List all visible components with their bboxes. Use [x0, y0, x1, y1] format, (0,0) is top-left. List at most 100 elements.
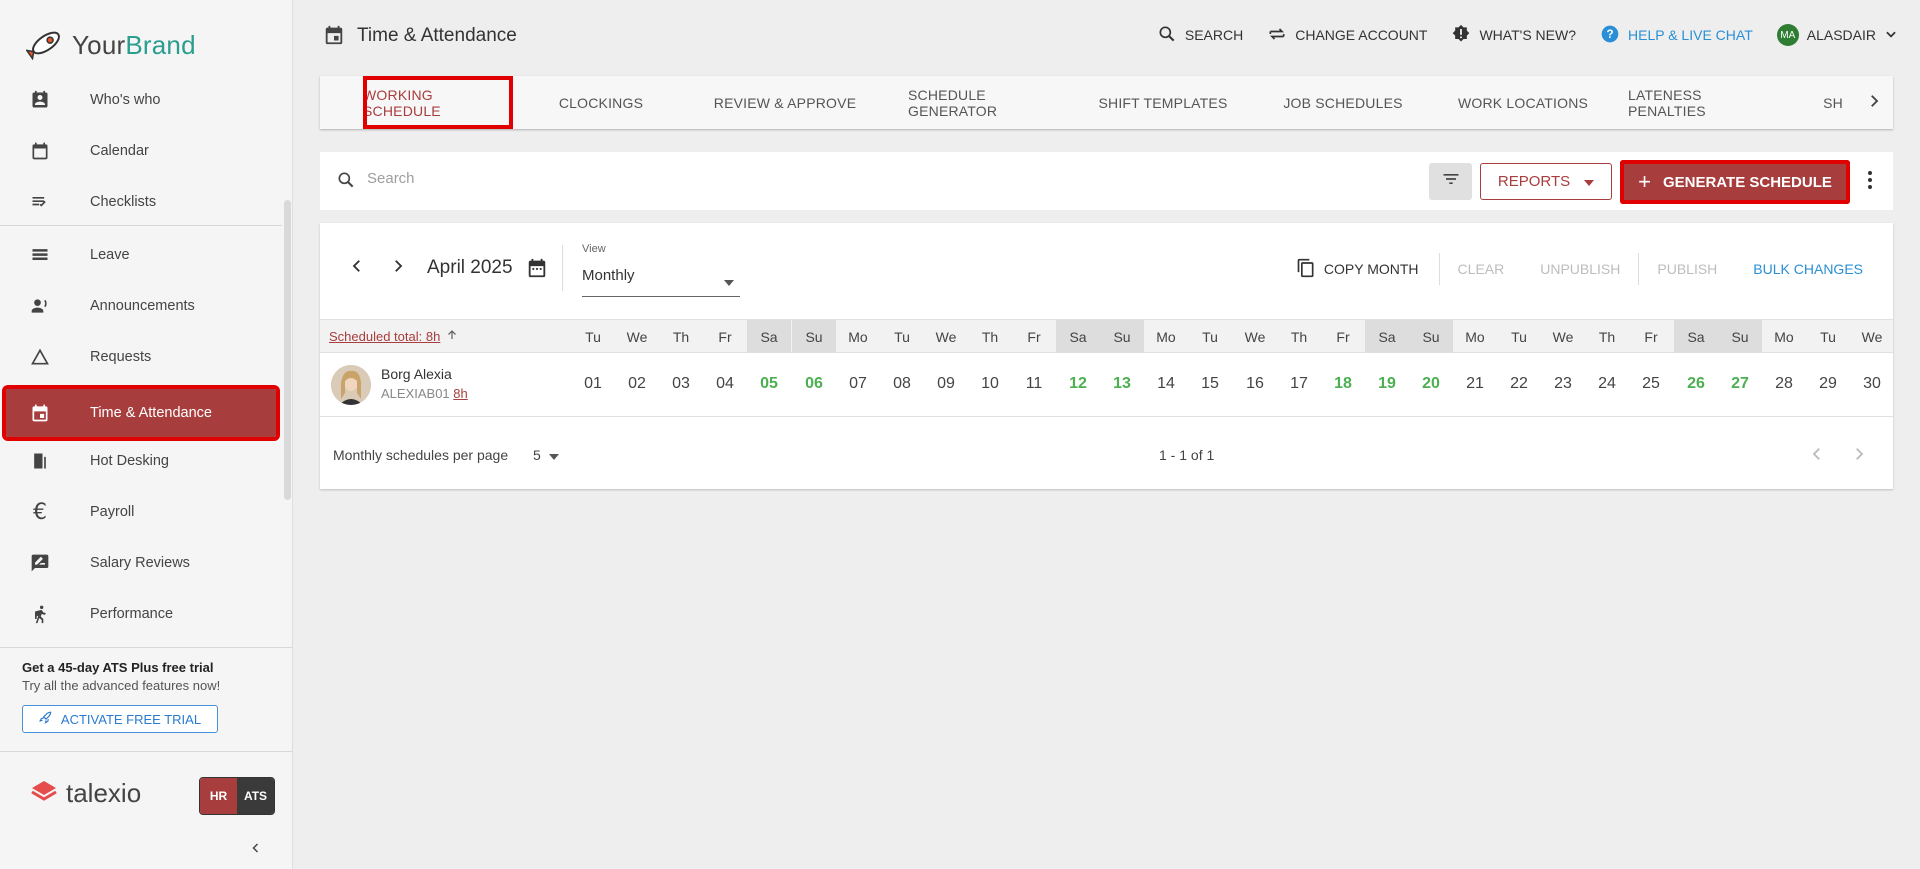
day-cell[interactable]: 06	[792, 375, 836, 393]
copy-month-button[interactable]: COPY MONTH	[1278, 257, 1439, 282]
day-cell[interactable]: 01	[571, 375, 615, 393]
day-header: Su	[1100, 320, 1144, 353]
day-header: We	[935, 328, 957, 345]
copy-icon	[1296, 257, 1316, 282]
day-cell[interactable]: 24	[1585, 375, 1629, 393]
calendar-picker-icon[interactable]	[526, 257, 548, 284]
next-month-button[interactable]	[389, 257, 407, 280]
day-header: Mo	[1465, 328, 1485, 345]
talexio-wordmark: talexio	[66, 778, 142, 808]
more-vert-icon[interactable]	[1860, 168, 1880, 197]
tab-shift-templates[interactable]: SHIFT TEMPLATES	[1088, 76, 1238, 129]
day-cell[interactable]: 04	[703, 375, 747, 393]
day-cell[interactable]: 22	[1497, 375, 1541, 393]
rate-review-icon	[28, 551, 52, 575]
bulk-changes-button[interactable]: BULK CHANGES	[1735, 261, 1863, 277]
next-page-button[interactable]	[1850, 445, 1868, 468]
day-cell[interactable]: 29	[1806, 375, 1850, 393]
per-page-value: 5	[533, 447, 541, 463]
tab-work-locations[interactable]: WORK LOCATIONS	[1448, 76, 1598, 129]
day-header: Fr	[1027, 328, 1041, 345]
day-cell[interactable]: 21	[1453, 375, 1497, 393]
tab-clockings[interactable]: CLOCKINGS	[526, 76, 676, 129]
table-row[interactable]: Borg Alexia ALEXIAB01 8h 01 02 03 04 05 06 07 0…	[320, 353, 1893, 417]
user-menu[interactable]: MA ALASDAIR	[1776, 24, 1898, 46]
employee-hours[interactable]: 8h	[453, 386, 467, 401]
chevron-right-icon[interactable]	[1865, 92, 1883, 115]
day-cell[interactable]: 25	[1629, 375, 1673, 393]
day-header: Su	[1409, 320, 1453, 353]
tab-bar: WORKING SCHEDULE CLOCKINGS REVIEW & APPR…	[320, 76, 1893, 129]
tab-working-schedule[interactable]: WORKING SCHEDULE	[363, 76, 513, 129]
sidebar-item-announcements[interactable]: Announcements	[6, 282, 276, 330]
sidebar-item-salary-reviews[interactable]: Salary Reviews	[6, 539, 276, 587]
sidebar-item-hot-desking[interactable]: Hot Desking	[6, 437, 276, 485]
tab-overflow[interactable]: SH	[1818, 76, 1848, 129]
day-header: We	[1552, 328, 1574, 345]
scheduled-total-sort[interactable]: Scheduled total: 8h	[329, 329, 458, 344]
day-cell[interactable]: 30	[1850, 375, 1894, 393]
day-cell[interactable]: 13	[1100, 375, 1144, 393]
day-cell[interactable]: 23	[1541, 375, 1585, 393]
per-page-select[interactable]: 5	[533, 447, 559, 463]
day-cell[interactable]: 14	[1144, 375, 1188, 393]
trial-subtitle: Try all the advanced features now!	[22, 678, 221, 693]
activate-trial-button[interactable]: ACTIVATE FREE TRIAL	[22, 705, 218, 733]
prev-page-button[interactable]	[1808, 445, 1826, 468]
day-cell[interactable]: 11	[1012, 375, 1056, 393]
sidebar-scrollbar[interactable]	[284, 200, 291, 500]
filter-button[interactable]	[1429, 163, 1472, 200]
sidebar-item-label: Time & Attendance	[90, 405, 212, 421]
tab-job-schedules[interactable]: JOB SCHEDULES	[1268, 76, 1418, 129]
reports-button[interactable]: REPORTS	[1480, 163, 1612, 200]
day-cell[interactable]: 05	[747, 375, 791, 393]
sidebar-item-checklists[interactable]: Checklists	[6, 178, 276, 226]
whats-new-button[interactable]: WHAT'S NEW?	[1451, 24, 1576, 47]
day-cell[interactable]: 26	[1674, 375, 1718, 393]
collapse-sidebar-button[interactable]	[246, 840, 266, 860]
day-cell[interactable]: 15	[1188, 375, 1232, 393]
sidebar-item-payroll[interactable]: € Payroll	[6, 488, 276, 536]
tab-review-approve[interactable]: REVIEW & APPROVE	[700, 76, 870, 129]
day-cell[interactable]: 10	[968, 375, 1012, 393]
day-cell[interactable]: 07	[836, 375, 880, 393]
search-button[interactable]: SEARCH	[1157, 24, 1243, 47]
day-cell[interactable]: 08	[880, 375, 924, 393]
day-cell[interactable]: 03	[659, 375, 703, 393]
tab-schedule-generator[interactable]: SCHEDULE GENERATOR	[908, 76, 1058, 129]
day-cell[interactable]: 12	[1056, 375, 1100, 393]
day-cell[interactable]: 16	[1233, 375, 1277, 393]
day-cell[interactable]: 09	[924, 375, 968, 393]
clear-button[interactable]: CLEAR	[1440, 261, 1523, 277]
tab-lateness-penalties[interactable]: LATENESS PENALTIES	[1628, 76, 1778, 129]
sidebar-item-requests[interactable]: Requests	[6, 333, 276, 381]
sidebar-item-whos-who[interactable]: Who's who	[6, 76, 276, 124]
day-header: We	[1861, 328, 1883, 345]
sidebar-item-time-attendance[interactable]: Time & Attendance	[2, 385, 280, 441]
day-cell[interactable]: 17	[1277, 375, 1321, 393]
employee-name[interactable]: Borg Alexia	[381, 366, 452, 382]
day-cell[interactable]: 18	[1321, 375, 1365, 393]
product-switcher[interactable]: HR ATS	[199, 777, 275, 815]
day-cell[interactable]: 28	[1762, 375, 1806, 393]
sidebar-item-performance[interactable]: Performance	[6, 590, 276, 638]
caret-down-icon	[548, 447, 559, 463]
ats-badge[interactable]: ATS	[237, 778, 274, 814]
sidebar-item-calendar[interactable]: Calendar	[6, 127, 276, 175]
sidebar-item-leave[interactable]: Leave	[6, 231, 276, 279]
day-cell[interactable]: 20	[1409, 375, 1453, 393]
day-cell[interactable]: 02	[615, 375, 659, 393]
search-input[interactable]	[367, 170, 1167, 187]
publish-button[interactable]: PUBLISH	[1639, 261, 1735, 277]
prev-month-button[interactable]	[348, 257, 366, 280]
day-cell[interactable]: 27	[1718, 375, 1762, 393]
unpublish-button[interactable]: UNPUBLISH	[1522, 261, 1638, 277]
brand-logo[interactable]: YourBrand	[25, 26, 196, 65]
hr-badge[interactable]: HR	[200, 778, 237, 814]
generate-schedule-button[interactable]: + GENERATE SCHEDULE	[1620, 160, 1850, 204]
change-account-button[interactable]: CHANGE ACCOUNT	[1267, 24, 1427, 47]
view-select[interactable]: Monthly	[582, 267, 740, 297]
caret-down-icon	[1584, 173, 1595, 190]
day-cell[interactable]: 19	[1365, 375, 1409, 393]
help-live-chat-button[interactable]: ? HELP & LIVE CHAT	[1600, 24, 1753, 47]
